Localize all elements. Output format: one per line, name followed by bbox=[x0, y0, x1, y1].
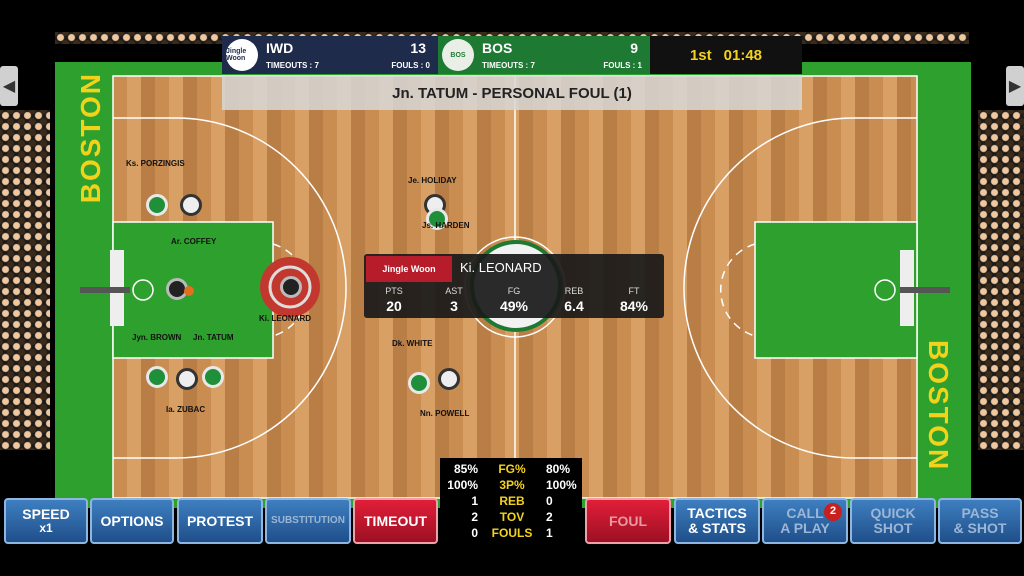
player-token[interactable] bbox=[280, 276, 302, 298]
away-team-panel: BOS BOS 9 TIMEOUTS : 7 FOULS : 1 bbox=[438, 36, 650, 74]
crowd-right bbox=[978, 110, 1024, 450]
tactics-line2: & STATS bbox=[688, 520, 746, 536]
player-label: Dk. WHITE bbox=[392, 339, 433, 348]
game-clock: 01:48 bbox=[723, 46, 763, 64]
quick-shot-line2: SHOT bbox=[873, 520, 913, 536]
player-label: Js. HARDEN bbox=[422, 221, 470, 230]
player-token[interactable] bbox=[408, 372, 430, 394]
away-team-fouls: FOULS : 1 bbox=[603, 61, 642, 70]
call-play-button[interactable]: CALL A PLAY 2 bbox=[762, 498, 848, 544]
team-stat-row: 1 REB 0 bbox=[440, 494, 582, 510]
speed-button[interactable]: SPEED x1 bbox=[4, 498, 88, 544]
foul-button[interactable]: FOUL bbox=[585, 498, 671, 544]
pass-shot-line1: PASS bbox=[961, 505, 999, 522]
quick-shot-line1: QUICK bbox=[870, 505, 916, 522]
stat-value: 3 bbox=[450, 298, 458, 314]
player-card-name: Ki. LEONARD bbox=[460, 260, 542, 275]
team-stat-row: 0 FOULS 1 bbox=[440, 526, 582, 542]
home-stat: 1 bbox=[471, 494, 478, 508]
speed-label: SPEED bbox=[22, 506, 70, 523]
home-team-abbr: IWD bbox=[266, 40, 294, 56]
home-team-fouls: FOULS : 0 bbox=[391, 61, 430, 70]
nav-left-arrow-icon[interactable]: ◀ bbox=[0, 66, 18, 106]
player-token[interactable] bbox=[146, 194, 168, 216]
player-label: Jn. TATUM bbox=[193, 333, 234, 342]
stat-value: 49% bbox=[499, 298, 529, 314]
protest-button[interactable]: PROTEST bbox=[177, 498, 263, 544]
scoreboard: Jingle Woon IWD 13 TIMEOUTS : 7 FOULS : … bbox=[222, 36, 802, 74]
home-stat: 2 bbox=[471, 510, 478, 524]
stat-label: FG bbox=[507, 286, 521, 296]
stat-label: PTS bbox=[385, 286, 403, 296]
home-team-score: 13 bbox=[410, 40, 426, 56]
pass-shot-button[interactable]: PASS & SHOT bbox=[938, 498, 1022, 544]
player-label: Ar. COFFEY bbox=[171, 237, 217, 246]
team-stat-row: 85% FG% 80% bbox=[440, 462, 582, 478]
stat-label: FT bbox=[628, 286, 640, 296]
player-token[interactable] bbox=[202, 366, 224, 388]
call-play-line1: CALL bbox=[786, 505, 824, 522]
player-token[interactable] bbox=[180, 194, 202, 216]
player-team-logo: Jingle Woon bbox=[366, 256, 452, 282]
stat-name: FG% bbox=[498, 462, 526, 476]
stat-value: 84% bbox=[619, 298, 649, 314]
player-card-values: 20 3 49% 6.4 84% bbox=[364, 298, 664, 314]
team-stat-row: 2 TOV 2 bbox=[440, 510, 582, 526]
away-stat: 100% bbox=[546, 478, 577, 492]
player-label: Je. HOLIDAY bbox=[408, 176, 457, 185]
player-label: Jyn. BROWN bbox=[132, 333, 182, 342]
stat-name: FOULS bbox=[491, 526, 533, 540]
nav-right-arrow-icon[interactable]: ▶ bbox=[1006, 66, 1024, 106]
home-stat: 85% bbox=[453, 462, 478, 476]
away-stat: 2 bbox=[546, 510, 553, 524]
boston-text-left: BOSTON bbox=[75, 72, 106, 204]
period: 1st bbox=[689, 46, 712, 64]
call-play-line2: A PLAY bbox=[780, 520, 830, 536]
away-team-score: 9 bbox=[630, 40, 638, 56]
stat-name: REB bbox=[499, 494, 525, 508]
stat-value: 20 bbox=[386, 298, 402, 314]
home-stat: 100% bbox=[447, 478, 478, 492]
tactics-stats-button[interactable]: TACTICS & STATS bbox=[674, 498, 760, 544]
player-card-labels: PTS AST FG REB FT bbox=[364, 286, 664, 296]
stat-label: REB bbox=[564, 286, 584, 296]
home-stat: 0 bbox=[471, 526, 478, 540]
options-button[interactable]: OPTIONS bbox=[90, 498, 174, 544]
stat-name: 3P% bbox=[499, 478, 525, 492]
tactics-line1: TACTICS bbox=[687, 505, 747, 522]
player-label: Ks. PORZINGIS bbox=[126, 159, 185, 168]
away-team-timeouts: TIMEOUTS : 7 bbox=[482, 61, 535, 70]
basketball-icon bbox=[184, 286, 194, 296]
quick-shot-button[interactable]: QUICK SHOT bbox=[850, 498, 936, 544]
home-team-panel: Jingle Woon IWD 13 TIMEOUTS : 7 FOULS : … bbox=[222, 36, 438, 74]
away-team-abbr: BOS bbox=[482, 40, 513, 56]
player-stat-card: Jingle Woon Ki. LEONARD PTS AST FG REB F… bbox=[364, 254, 664, 318]
team-stats-panel: 85% FG% 80% 100% 3P% 100% 1 REB 0 2 TOV … bbox=[440, 458, 582, 546]
player-label: Ia. ZUBAC bbox=[166, 405, 206, 414]
home-team-logo: Jingle Woon bbox=[226, 39, 258, 71]
call-play-badge: 2 bbox=[824, 503, 842, 521]
boston-text-right: BOSTON bbox=[923, 340, 954, 472]
away-team-logo: BOS bbox=[442, 39, 474, 71]
away-stat: 1 bbox=[546, 526, 553, 540]
player-token[interactable] bbox=[146, 366, 168, 388]
speed-value: x1 bbox=[39, 521, 53, 536]
team-stat-row: 100% 3P% 100% bbox=[440, 478, 582, 494]
event-banner: Jn. TATUM - PERSONAL FOUL (1) bbox=[222, 76, 802, 110]
game-clock-panel: 1st 01:48 bbox=[650, 36, 802, 74]
player-label: Ki. LEONARD bbox=[259, 314, 311, 323]
home-team-timeouts: TIMEOUTS : 7 bbox=[266, 61, 319, 70]
player-token[interactable] bbox=[438, 368, 460, 390]
stat-label: AST bbox=[445, 286, 463, 296]
away-stat: 0 bbox=[546, 494, 553, 508]
away-stat: 80% bbox=[546, 462, 571, 476]
stat-name: TOV bbox=[499, 510, 525, 524]
player-token[interactable] bbox=[176, 368, 198, 390]
crowd-left bbox=[0, 110, 50, 450]
timeout-button[interactable]: TIMEOUT bbox=[353, 498, 438, 544]
pass-shot-line2: & SHOT bbox=[953, 520, 1007, 536]
player-label: Nn. POWELL bbox=[420, 409, 470, 418]
stat-value: 6.4 bbox=[564, 298, 584, 314]
substitution-button[interactable]: SUBSTITUTION bbox=[265, 498, 351, 544]
